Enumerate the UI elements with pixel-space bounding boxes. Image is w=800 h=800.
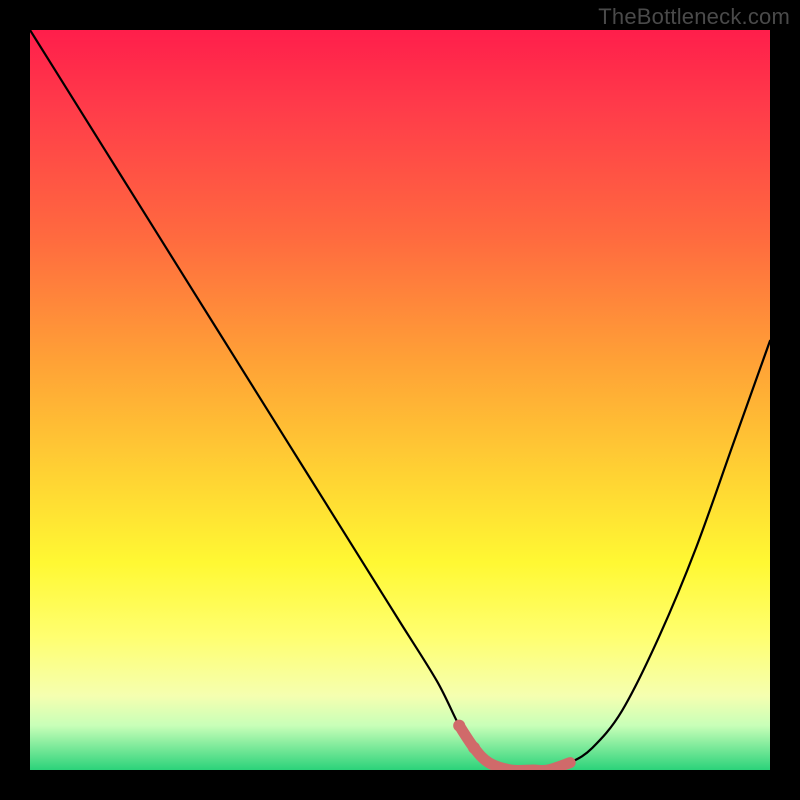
bottleneck-curve [30, 30, 770, 770]
plot-area [30, 30, 770, 770]
curve-svg [30, 30, 770, 770]
chart-frame: TheBottleneck.com [0, 0, 800, 800]
highlight-dot [468, 742, 480, 754]
highlight-dot [453, 720, 465, 732]
watermark-text: TheBottleneck.com [598, 4, 790, 30]
